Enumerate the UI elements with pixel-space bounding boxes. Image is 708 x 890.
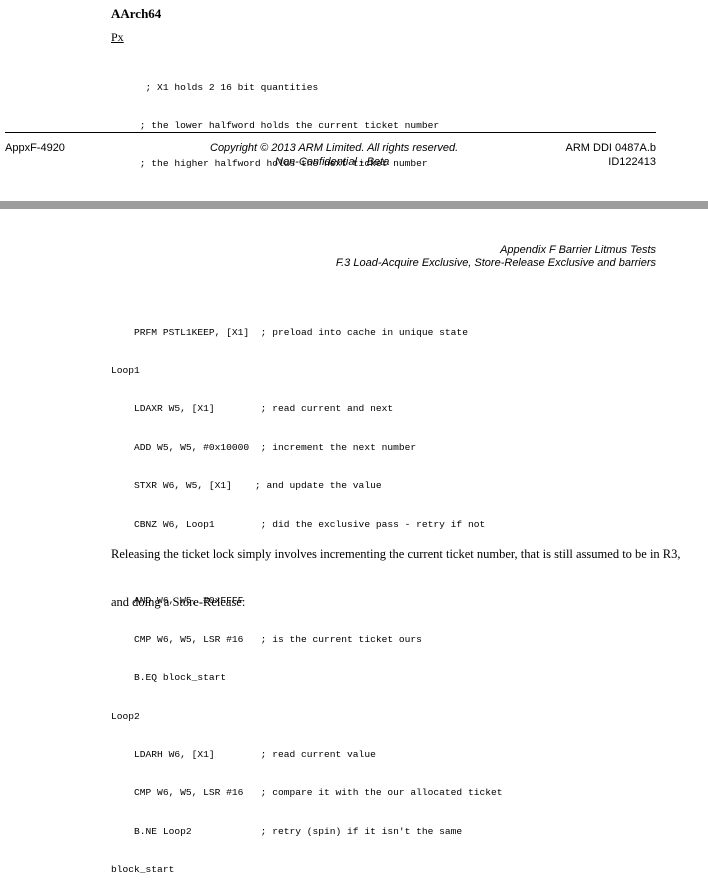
code-line: CMP W6, W5, LSR #16 ; is the current tic… xyxy=(111,633,422,645)
code-line: B.EQ block_start xyxy=(111,672,227,684)
code-line: B.NE Loop2 ; retry (spin) if it isn't th… xyxy=(111,825,463,837)
code-line: block_start xyxy=(111,864,175,876)
code-line: ; the lower halfword holds the current t… xyxy=(111,119,440,131)
footer-doc-id: ARM DDI 0487A.b xyxy=(565,142,656,154)
code-line: Loop2 xyxy=(111,710,140,722)
page-header-appendix: Appendix F Barrier Litmus Tests xyxy=(500,244,656,256)
footer-rule xyxy=(5,132,656,133)
code-line: PRFM PSTL1KEEP, [X1] ; preload into cach… xyxy=(111,326,468,338)
footer-confidentiality: Non-Confidential - Beta xyxy=(275,156,390,168)
footer-copyright: Copyright © 2013 ARM Limited. All rights… xyxy=(210,142,459,154)
code-line: ; X1 holds 2 16 bit quantities xyxy=(111,81,319,93)
code-line: LDARH W6, [X1] ; read current value xyxy=(111,748,376,760)
paragraph-line: Releasing the ticket lock simply involve… xyxy=(111,547,681,561)
code-line: ADD W5, W5, #0x10000 ; increment the nex… xyxy=(111,441,417,453)
code-line: LDAXR W5, [X1] ; read current and next xyxy=(111,403,394,415)
paragraph-line: and doing a Store-Release: xyxy=(111,595,246,609)
page-divider xyxy=(0,201,708,209)
body-paragraph: Releasing the ticket lock simply involve… xyxy=(111,514,681,626)
code-line: Loop1 xyxy=(111,364,140,376)
section-subheading: Px xyxy=(111,30,124,44)
footer-page-id: AppxF-4920 xyxy=(5,142,65,154)
page-header-section: F.3 Load-Acquire Exclusive, Store-Releas… xyxy=(335,257,656,269)
code-line: CMP W6, W5, LSR #16 ; compare it with th… xyxy=(111,787,503,799)
section-heading: AArch64 xyxy=(111,6,162,21)
footer-revision: ID122413 xyxy=(608,156,656,168)
code-line: STXR W6, W5, [X1] ; and update the value xyxy=(111,480,382,492)
